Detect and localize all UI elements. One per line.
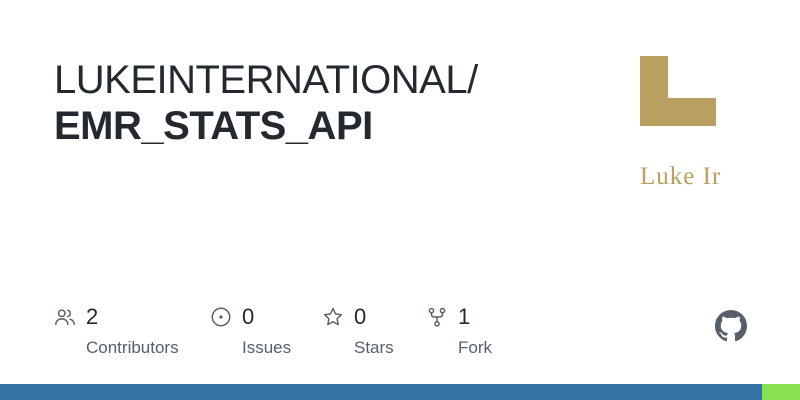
- language-bar-segment: [762, 384, 800, 400]
- contributors-icon: [55, 309, 75, 326]
- github-logo-icon[interactable]: [715, 310, 747, 342]
- repo-name[interactable]: EMR_STATS_API: [54, 102, 594, 150]
- contributors-label: Contributors: [86, 338, 179, 357]
- stat-stars[interactable]: 0 Stars: [322, 304, 394, 358]
- language-bar: [0, 384, 800, 400]
- fork-icon: [428, 307, 446, 327]
- repo-owner[interactable]: LUKEINTERNATIONAL/: [54, 58, 594, 102]
- owner-avatar: Luke Ir: [640, 56, 721, 190]
- forks-count: 1: [458, 304, 471, 329]
- avatar-letter-foot: [640, 98, 716, 126]
- issues-icon: [211, 307, 231, 327]
- forks-label: Fork: [458, 338, 492, 357]
- issues-label: Issues: [242, 338, 292, 357]
- issues-count: 0: [242, 304, 255, 329]
- contributors-count: 2: [86, 304, 99, 329]
- star-icon: [323, 307, 343, 326]
- language-bar-segment: [0, 384, 763, 400]
- stars-label: Stars: [354, 338, 394, 357]
- stars-count: 0: [354, 304, 367, 329]
- stat-issues[interactable]: 0 Issues: [210, 304, 291, 358]
- repo-title: LUKEINTERNATIONAL/ EMR_STATS_API: [54, 58, 594, 150]
- avatar-caption: Luke Ir: [640, 163, 721, 190]
- stat-contributors[interactable]: 2 Contributors: [54, 304, 179, 358]
- stat-forks[interactable]: 1 Fork: [426, 304, 492, 358]
- repo-social-card: LUKEINTERNATIONAL/ EMR_STATS_API Luke Ir…: [0, 0, 800, 400]
